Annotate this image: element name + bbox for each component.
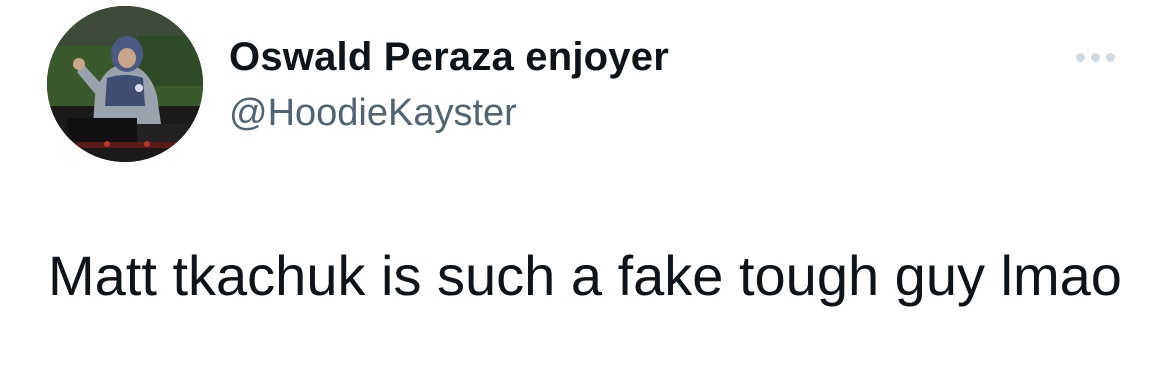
more-horizontal-icon [1105,52,1115,62]
avatar[interactable] [47,6,203,162]
more-options-button[interactable] [1068,40,1122,74]
tweet-text: Matt tkachuk is such a fake tough guy lm… [48,244,1122,307]
author-display-name[interactable]: Oswald Peraza enjoyer [229,35,669,80]
tweet-card: Oswald Peraza enjoyer @HoodieKayster Mat… [0,0,1169,389]
avatar-image [47,6,203,162]
more-horizontal-icon [1090,52,1100,62]
more-horizontal-icon [1075,52,1085,62]
author-handle[interactable]: @HoodieKayster [229,92,517,135]
